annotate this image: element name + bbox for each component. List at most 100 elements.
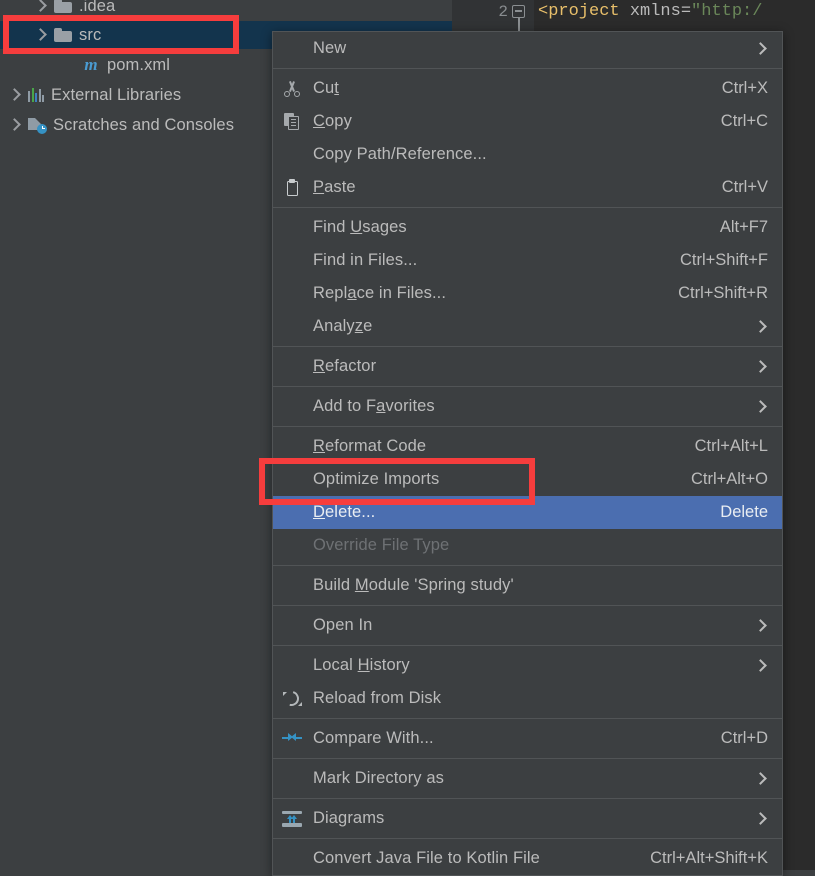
menu-item-label: Find Usages [313, 218, 407, 236]
menu-item-convert-java-to-kotlin[interactable]: Convert Java File to Kotlin File Ctrl+Alt… [273, 842, 782, 875]
menu-item-delete[interactable]: Delete... Delete [273, 496, 782, 529]
code-token: "http:/ [691, 2, 763, 21]
menu-separator [273, 758, 782, 759]
menu-item-open-in[interactable]: Open In [273, 609, 782, 642]
menu-item-cut[interactable]: Cut Ctrl+X [273, 72, 782, 105]
chevron-right-icon[interactable] [8, 120, 19, 131]
menu-item-label: Delete... [313, 503, 376, 521]
menu-item-refactor[interactable]: Refactor [273, 350, 782, 383]
code-token: <project [538, 2, 620, 21]
menu-item-label: Local History [313, 656, 410, 674]
folder-icon [54, 0, 72, 13]
menu-item-reformat-code[interactable]: Reformat Code Ctrl+Alt+L [273, 430, 782, 463]
menu-separator [273, 207, 782, 208]
menu-item-icon [279, 179, 305, 196]
reload-icon [281, 688, 302, 709]
tree-item-label: .idea [79, 0, 116, 15]
tree-item-idea[interactable]: .idea [0, 0, 452, 20]
menu-item-label: Analyze [313, 317, 373, 335]
tree-item-label: Scratches and Consoles [53, 115, 235, 134]
chevron-right-icon [754, 360, 768, 374]
menu-item-label: Replace in Files... [313, 284, 447, 302]
menu-item-shortcut: Ctrl+D [720, 729, 768, 747]
scissors-icon [284, 80, 301, 97]
menu-item-label: New [313, 39, 347, 57]
menu-item-shortcut: Ctrl+Alt+Shift+K [650, 849, 768, 867]
menu-item-icon [279, 113, 305, 130]
menu-item-copy[interactable]: Copy Ctrl+C [273, 105, 782, 138]
menu-item-label: Diagrams [313, 809, 385, 827]
menu-item-diagrams[interactable]: Diagrams [273, 802, 782, 835]
menu-item-label: Refactor [313, 357, 377, 375]
menu-item-label: Cut [313, 79, 339, 97]
menu-item-label: Copy [313, 112, 352, 130]
menu-item-optimize-imports[interactable]: Optimize Imports Ctrl+Alt+O [273, 463, 782, 496]
menu-separator [273, 718, 782, 719]
chevron-right-icon [754, 812, 768, 826]
menu-separator [273, 605, 782, 606]
menu-separator [273, 68, 782, 69]
tree-item-label: External Libraries [51, 85, 182, 104]
menu-item-new[interactable]: New [273, 32, 782, 65]
menu-item-shortcut: Alt+F7 [719, 218, 768, 236]
menu-separator [273, 386, 782, 387]
chevron-right-icon [754, 619, 768, 633]
maven-icon: m [84, 55, 98, 74]
menu-item-label: Mark Directory as [313, 769, 444, 787]
chevron-right-icon[interactable] [8, 90, 19, 101]
menu-item-build-module[interactable]: Build Module 'Spring study' [273, 569, 782, 602]
folder-icon [54, 28, 72, 42]
copy-icon [283, 113, 301, 130]
paste-icon [284, 179, 301, 196]
menu-item-compare-with[interactable]: Compare With... Ctrl+D [273, 722, 782, 755]
menu-item-shortcut: Ctrl+V [721, 178, 768, 196]
external-libraries-icon [28, 88, 44, 102]
menu-separator [273, 426, 782, 427]
chevron-right-icon [754, 320, 768, 334]
menu-item-label: Add to Favorites [313, 397, 435, 415]
menu-item-shortcut: Ctrl+C [720, 112, 768, 130]
menu-separator [273, 565, 782, 566]
menu-item-replace-in-files[interactable]: Replace in Files... Ctrl+Shift+R [273, 277, 782, 310]
code-line: <project xmlns="http:/ [538, 2, 762, 21]
menu-item-local-history[interactable]: Local History [273, 649, 782, 682]
menu-item-icon [279, 810, 305, 827]
menu-item-analyze[interactable]: Analyze [273, 310, 782, 343]
tree-item-label: src [79, 25, 102, 44]
menu-item-paste[interactable]: Paste Ctrl+V [273, 171, 782, 204]
menu-item-label: Copy Path/Reference... [313, 145, 487, 163]
menu-item-reload-from-disk[interactable]: Reload from Disk [273, 682, 782, 715]
menu-item-mark-directory-as[interactable]: Mark Directory as [273, 762, 782, 795]
menu-item-label: Find in Files... [313, 251, 418, 269]
menu-item-label: Paste [313, 178, 356, 196]
menu-item-shortcut: Ctrl+Alt+L [694, 437, 768, 455]
chevron-right-icon [754, 42, 768, 56]
menu-item-label: Override File Type [313, 536, 450, 554]
scratches-icon [28, 117, 47, 134]
menu-item-find-in-files[interactable]: Find in Files... Ctrl+Shift+F [273, 244, 782, 277]
code-token: xmlns= [619, 2, 692, 21]
menu-item-label: Build Module 'Spring study' [313, 576, 514, 594]
menu-item-label: Optimize Imports [313, 470, 440, 488]
code-fold-icon[interactable] [512, 5, 525, 18]
chevron-right-icon[interactable] [34, 30, 45, 41]
menu-separator [273, 838, 782, 839]
menu-item-find-usages[interactable]: Find Usages Alt+F7 [273, 211, 782, 244]
chevron-right-icon[interactable] [34, 1, 45, 12]
ide-window: .idea src m pom.xml External Libraries Scratc… [0, 0, 815, 876]
context-menu[interactable]: New Cut Ctrl+X Copy Ctrl+C Copy Path/Referenc… [272, 31, 783, 876]
menu-item-label: Open In [313, 616, 373, 634]
menu-item-label: Reload from Disk [313, 689, 442, 707]
menu-separator [273, 645, 782, 646]
menu-item-copy-path-reference[interactable]: Copy Path/Reference... [273, 138, 782, 171]
compare-icon [282, 731, 302, 747]
menu-item-shortcut: Ctrl+Alt+O [690, 470, 768, 488]
menu-item-icon [279, 80, 305, 97]
menu-item-add-to-favorites[interactable]: Add to Favorites [273, 390, 782, 423]
menu-separator [273, 346, 782, 347]
chevron-right-icon [754, 772, 768, 786]
menu-item-icon [279, 688, 305, 709]
chevron-right-icon [754, 659, 768, 673]
menu-item-label: Reformat Code [313, 437, 427, 455]
menu-separator [273, 798, 782, 799]
